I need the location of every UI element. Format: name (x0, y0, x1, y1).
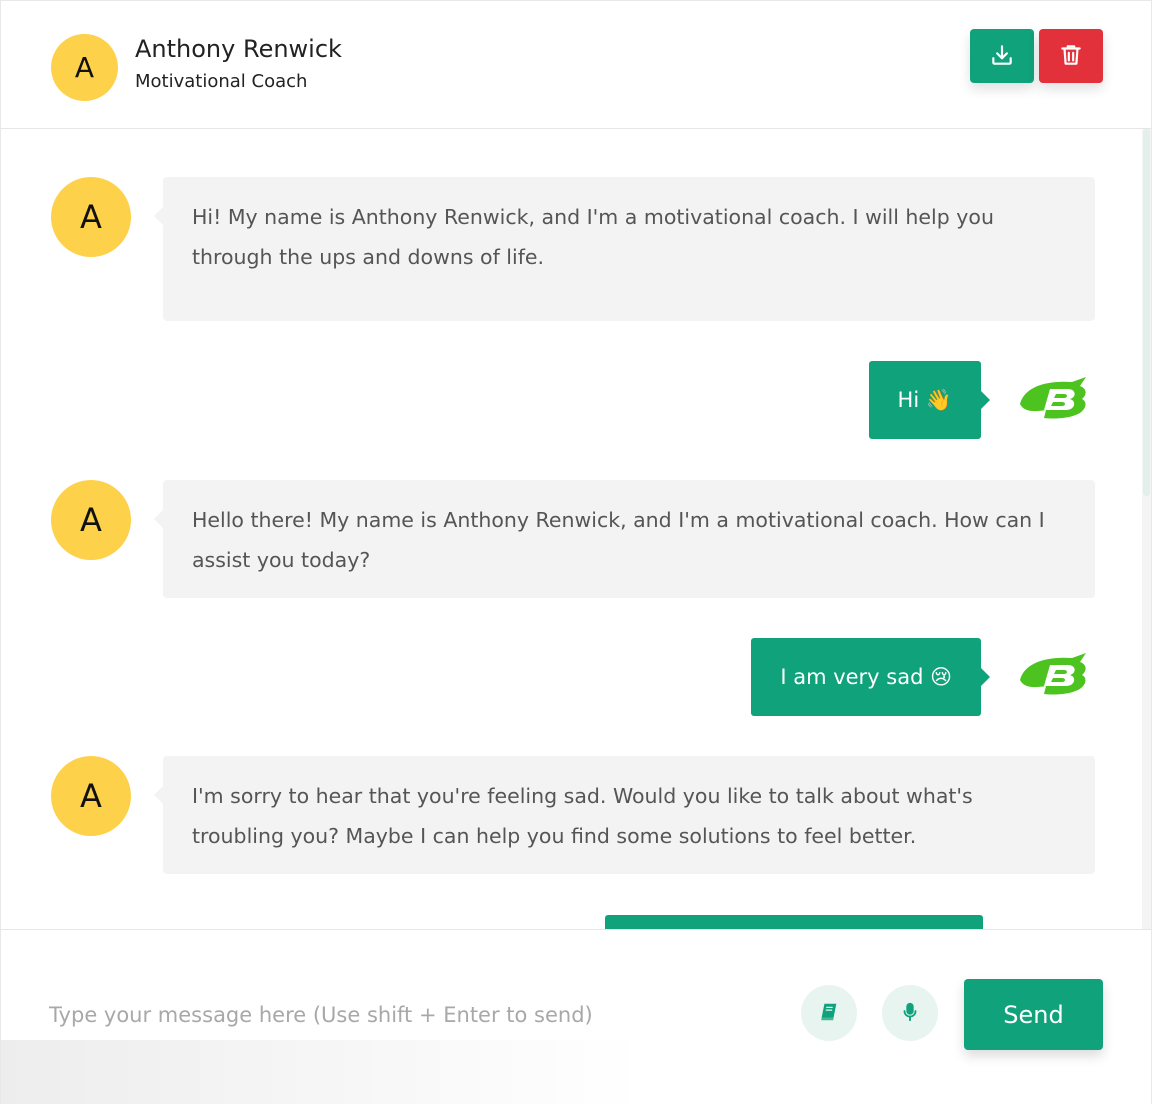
message-scrollbar[interactable] (1142, 129, 1151, 929)
user-avatar (1016, 650, 1092, 704)
bottom-shadow (1, 1040, 641, 1104)
message-text: I'm sorry to hear that you're feeling sa… (192, 784, 973, 848)
bot-avatar: A (51, 480, 131, 560)
bot-message: Hello there! My name is Anthony Renwick,… (154, 480, 1095, 598)
composer: Send (1, 929, 1151, 1104)
message-input[interactable] (49, 990, 749, 1040)
bot-message: Hi! My name is Anthony Renwick, and I'm … (154, 177, 1095, 321)
send-button[interactable]: Send (964, 979, 1103, 1050)
delete-button[interactable] (1039, 29, 1103, 83)
bot-avatar: A (51, 756, 131, 836)
user-message: Hi 👋 (868, 361, 991, 439)
scrollbar-thumb[interactable] (1143, 129, 1150, 496)
book-icon (818, 1001, 840, 1026)
coach-role: Motivational Coach (135, 71, 308, 92)
message-text: Hello there! My name is Anthony Renwick,… (192, 508, 1045, 572)
bot-message: I'm sorry to hear that you're feeling sa… (154, 756, 1095, 874)
message-list[interactable]: A Hi! My name is Anthony Renwick, and I'… (1, 129, 1151, 929)
coach-avatar: A (51, 34, 118, 101)
user-logo-icon (1020, 377, 1086, 419)
coach-name: Anthony Renwick (135, 35, 342, 63)
microphone-button[interactable] (882, 985, 938, 1041)
user-message: I am very sad 😢 (751, 638, 990, 716)
message-text: Hi! My name is Anthony Renwick, and I'm … (192, 205, 994, 269)
message-text: I am very sad 😢 (780, 665, 952, 689)
chat-window: A Anthony Renwick Motivational Coach A H… (0, 0, 1152, 1104)
microphone-icon (899, 1001, 921, 1026)
download-icon (989, 42, 1015, 71)
bot-avatar: A (51, 177, 131, 257)
chat-header: A Anthony Renwick Motivational Coach (1, 1, 1151, 129)
user-logo-icon (1020, 653, 1086, 695)
trash-icon (1058, 42, 1084, 71)
download-button[interactable] (970, 29, 1034, 83)
user-message-partial (605, 915, 983, 929)
user-avatar (1016, 374, 1092, 428)
book-button[interactable] (801, 985, 857, 1041)
message-text: Hi 👋 (897, 387, 952, 412)
